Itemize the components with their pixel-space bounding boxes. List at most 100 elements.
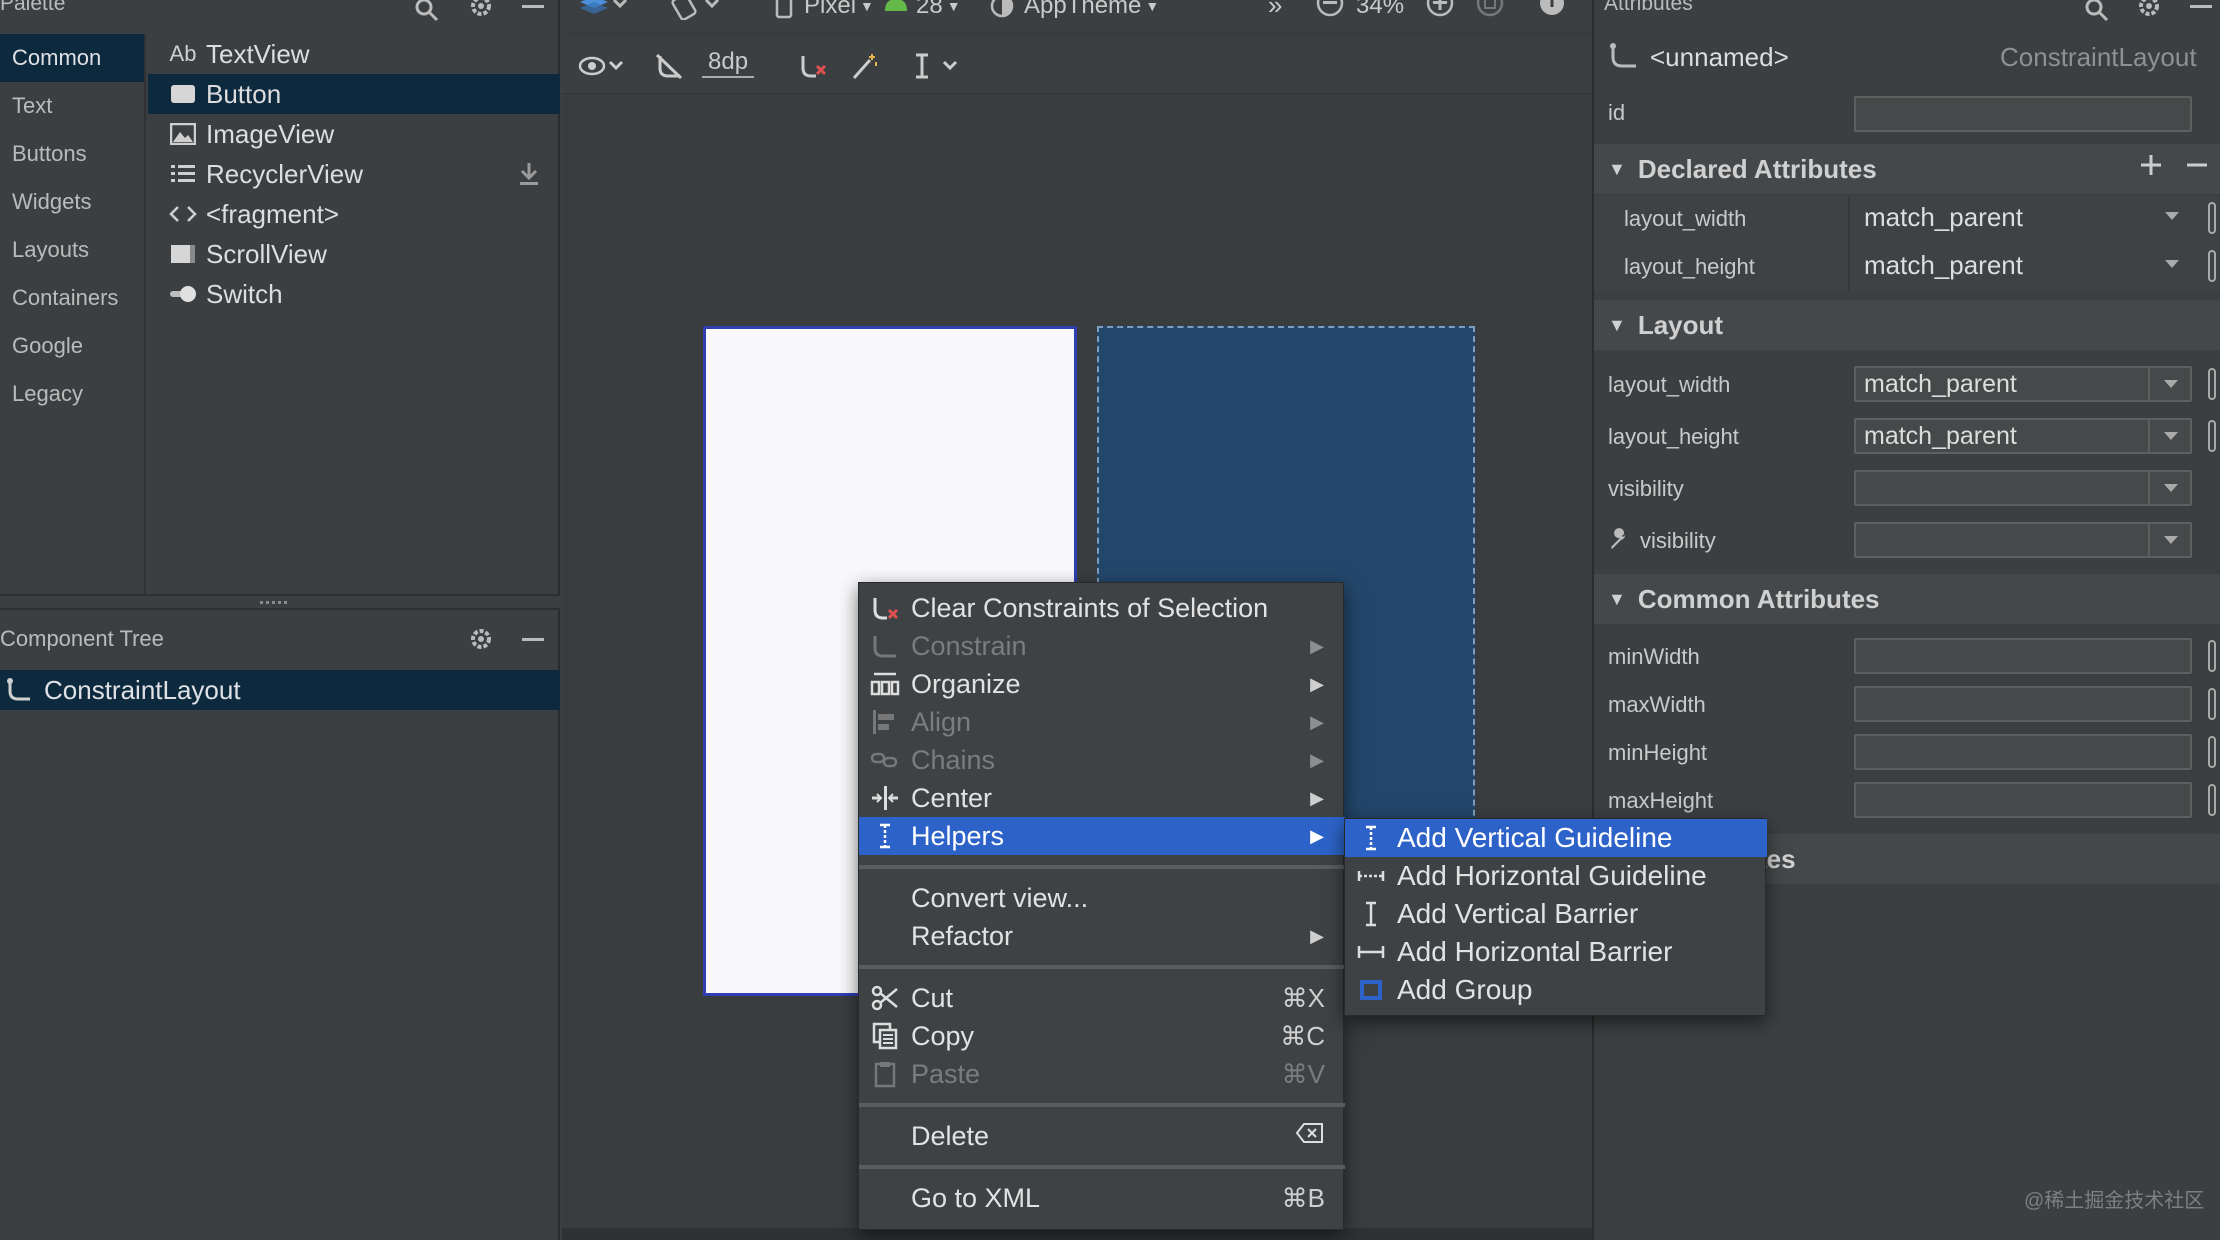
widget-switch[interactable]: Switch bbox=[148, 274, 560, 314]
layout-height-field[interactable]: match_parent bbox=[1854, 418, 2192, 454]
zoom-in-icon[interactable] bbox=[1424, 0, 1456, 18]
widget-imageview[interactable]: ImageView bbox=[148, 114, 560, 154]
default-margin-selector[interactable]: 8dp bbox=[702, 48, 755, 78]
minheight-field[interactable] bbox=[1854, 734, 2192, 770]
category-legacy[interactable]: Legacy bbox=[0, 370, 144, 418]
widget-textview[interactable]: Ab TextView bbox=[148, 34, 560, 74]
device-selector[interactable]: Pixel ▼ bbox=[772, 0, 874, 20]
tree-item-constraintlayout[interactable]: ConstraintLayout bbox=[0, 670, 560, 710]
menu-item-clear-constraints[interactable]: Clear Constraints of Selection bbox=[859, 589, 1345, 627]
widget-label: Switch bbox=[206, 278, 283, 309]
widget-fragment[interactable]: <fragment> bbox=[148, 194, 560, 234]
chevron-down-icon[interactable] bbox=[2148, 366, 2192, 402]
menu-item-go-to-xml[interactable]: Go to XML ⌘B bbox=[859, 1179, 1345, 1217]
add-attribute-icon[interactable] bbox=[2138, 152, 2164, 178]
visibility-field[interactable] bbox=[1854, 470, 2192, 506]
minimize-icon[interactable] bbox=[516, 0, 550, 22]
gear-icon[interactable] bbox=[464, 0, 498, 22]
id-label: id bbox=[1608, 100, 1626, 125]
chevron-down-icon[interactable] bbox=[2148, 522, 2192, 558]
declared-layout-width-value[interactable]: match_parent bbox=[1864, 202, 2023, 233]
declared-layout-width-label: layout_width bbox=[1624, 206, 1747, 231]
menu-item-refactor[interactable]: Refactor ▶ bbox=[859, 917, 1345, 955]
zoom-out-icon[interactable] bbox=[1314, 0, 1346, 18]
id-field[interactable] bbox=[1854, 96, 2192, 132]
gear-icon[interactable] bbox=[2132, 0, 2166, 22]
chevron-down-icon[interactable] bbox=[2148, 470, 2192, 506]
minimize-icon[interactable] bbox=[516, 628, 550, 650]
guidelines-menu-icon[interactable] bbox=[912, 52, 962, 80]
search-icon[interactable] bbox=[410, 0, 444, 22]
section-declared-attributes[interactable]: ▼ Declared Attributes bbox=[1594, 144, 2220, 194]
widget-button[interactable]: Button bbox=[148, 74, 560, 114]
category-layouts[interactable]: Layouts bbox=[0, 226, 144, 274]
gear-icon[interactable] bbox=[464, 628, 498, 650]
minheight-toggle[interactable] bbox=[2208, 736, 2216, 768]
chevron-down-icon[interactable] bbox=[2150, 198, 2194, 234]
widget-label: <fragment> bbox=[206, 198, 339, 229]
menu-item-label: Center bbox=[911, 782, 993, 813]
category-common[interactable]: Common bbox=[0, 34, 144, 82]
declared-layout-height-toggle[interactable] bbox=[2208, 250, 2216, 282]
declared-layout-height-value[interactable]: match_parent bbox=[1864, 250, 2023, 281]
zoom-fit-icon[interactable] bbox=[1474, 0, 1506, 18]
menu-item-cut[interactable]: Cut ⌘X bbox=[859, 979, 1345, 1017]
submenu-item-add-horizontal-barrier[interactable]: Add Horizontal Barrier bbox=[1345, 933, 1767, 971]
infer-constraints-icon[interactable] bbox=[850, 52, 880, 80]
remove-attribute-icon[interactable] bbox=[2184, 152, 2210, 178]
download-icon[interactable] bbox=[518, 162, 540, 186]
maxheight-toggle[interactable] bbox=[2208, 784, 2216, 816]
submenu-item-add-vertical-guideline[interactable]: Add Vertical Guideline bbox=[1345, 819, 1767, 857]
menu-item-delete[interactable]: Delete bbox=[859, 1117, 1345, 1155]
component-tree-title: Component Tree bbox=[0, 626, 164, 651]
tools-visibility-field[interactable] bbox=[1854, 522, 2192, 558]
orientation-icon[interactable] bbox=[670, 0, 722, 20]
widget-scrollview[interactable]: ScrollView bbox=[148, 234, 560, 274]
menu-item-organize[interactable]: Organize ▶ bbox=[859, 665, 1345, 703]
submenu-item-add-group[interactable]: Add Group bbox=[1345, 971, 1767, 1009]
minwidth-toggle[interactable] bbox=[2208, 640, 2216, 672]
menu-item-constrain[interactable]: Constrain ▶ bbox=[859, 627, 1345, 665]
section-common-attributes[interactable]: ▼ Common Attributes bbox=[1594, 574, 2220, 624]
minimize-icon[interactable] bbox=[2184, 0, 2218, 22]
theme-selector[interactable]: AppTheme ▼ bbox=[988, 0, 1159, 20]
layout-width-toggle[interactable] bbox=[2208, 368, 2216, 400]
declared-layout-width-toggle[interactable] bbox=[2208, 202, 2216, 234]
minwidth-field[interactable] bbox=[1854, 638, 2192, 674]
category-text[interactable]: Text bbox=[0, 82, 144, 130]
eye-icon[interactable] bbox=[578, 52, 626, 80]
widget-recyclerview[interactable]: RecyclerView bbox=[148, 154, 560, 194]
menu-item-helpers[interactable]: Helpers ▶ bbox=[859, 817, 1345, 855]
menu-item-align[interactable]: Align ▶ bbox=[859, 703, 1345, 741]
maxwidth-field[interactable] bbox=[1854, 686, 2192, 722]
warning-icon[interactable] bbox=[1536, 0, 1568, 18]
chevron-down-icon[interactable] bbox=[2148, 418, 2192, 454]
layers-icon[interactable] bbox=[578, 0, 630, 20]
category-widgets[interactable]: Widgets bbox=[0, 178, 144, 226]
submenu-item-add-horizontal-guideline[interactable]: Add Horizontal Guideline bbox=[1345, 857, 1767, 895]
component-tree-header: Component Tree bbox=[0, 612, 560, 668]
menu-item-chains[interactable]: Chains ▶ bbox=[859, 741, 1345, 779]
category-buttons[interactable]: Buttons bbox=[0, 130, 144, 178]
maxwidth-toggle[interactable] bbox=[2208, 688, 2216, 720]
submenu-item-add-vertical-barrier[interactable]: Add Vertical Barrier bbox=[1345, 895, 1767, 933]
menu-item-copy[interactable]: Copy ⌘C bbox=[859, 1017, 1345, 1055]
wrench-icon bbox=[1608, 528, 1630, 550]
menu-item-center[interactable]: Center ▶ bbox=[859, 779, 1345, 817]
section-title: Layout bbox=[1637, 309, 1724, 340]
clear-constraints-icon[interactable] bbox=[798, 52, 828, 80]
search-icon[interactable] bbox=[2080, 0, 2114, 22]
chevron-down-icon[interactable] bbox=[2150, 246, 2194, 282]
category-google[interactable]: Google bbox=[0, 322, 144, 370]
api-selector[interactable]: 28 ▼ bbox=[882, 0, 961, 20]
panel-splitter[interactable] bbox=[0, 594, 560, 610]
category-containers[interactable]: Containers bbox=[0, 274, 144, 322]
more-actions[interactable]: » bbox=[1268, 0, 1282, 21]
menu-item-convert-view[interactable]: Convert view... bbox=[859, 879, 1345, 917]
section-layout[interactable]: ▼ Layout bbox=[1594, 300, 2220, 350]
layout-width-field[interactable]: match_parent bbox=[1854, 366, 2192, 402]
menu-item-paste[interactable]: Paste ⌘V bbox=[859, 1055, 1345, 1093]
autoconnect-off-icon[interactable] bbox=[654, 52, 684, 80]
maxheight-field[interactable] bbox=[1854, 782, 2192, 818]
layout-height-toggle[interactable] bbox=[2208, 420, 2216, 452]
